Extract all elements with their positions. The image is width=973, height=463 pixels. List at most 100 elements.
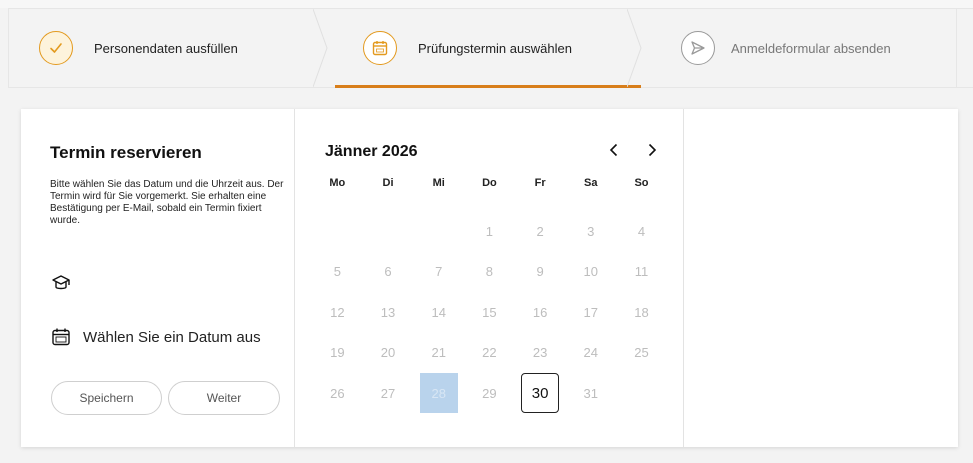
calendar-day-disabled: 25 (616, 333, 667, 374)
calendar-day-disabled: 27 (363, 373, 414, 414)
date-prompt: Wählen Sie ein Datum aus (51, 327, 261, 347)
reservation-description: Bitte wählen Sie das Datum und die Uhrze… (50, 179, 284, 226)
step-separator (627, 9, 642, 87)
save-button[interactable]: Speichern (51, 381, 162, 415)
calendar-day-disabled: 3 (565, 211, 616, 252)
step-label: Prüfungstermin auswählen (418, 40, 572, 56)
chevron-right-icon (648, 143, 657, 157)
calendar-grid: 1 2 3 4 5 6 7 8 9 10 11 12 13 14 15 16 17 18 19 20 21 22 23 24 2… (312, 211, 667, 414)
calendar-day-disabled: 1 (464, 211, 515, 252)
calendar-day-label: 20 (380, 345, 396, 361)
calendar-day-label: 10 (583, 264, 599, 280)
calendar-blank-cell (312, 211, 363, 252)
step-label: Anmeldeformular absenden (731, 40, 891, 56)
calendar-day-disabled: 23 (515, 333, 566, 374)
calendar-day-label: 31 (583, 385, 599, 401)
step-select-exam-date[interactable]: Prüfungstermin auswählen (327, 9, 642, 88)
calendar-day-disabled: 19 (312, 333, 363, 374)
calendar-day-disabled: 5 (312, 252, 363, 293)
calendar-day-disabled: 20 (363, 333, 414, 374)
calendar-day-label: 28 (419, 373, 458, 414)
active-step-indicator (335, 85, 641, 88)
chevron-left-icon (609, 143, 618, 157)
weekday-label: Di (382, 177, 394, 189)
stepper-end-divider (956, 9, 957, 87)
calendar-day-label: 15 (482, 304, 497, 320)
calendar-day-label: 19 (330, 345, 345, 361)
weekday-label: Fr (534, 177, 546, 189)
calendar-day-disabled: 11 (616, 252, 667, 293)
calendar-day-selected[interactable]: 28 (413, 373, 464, 414)
calendar-day-available[interactable]: 30 (515, 373, 566, 414)
weekday-header: Mo Di Mi Do Fr Sa So (312, 177, 667, 189)
calendar-day-disabled: 17 (565, 292, 616, 333)
weekday-label: So (634, 177, 649, 189)
step-personal-data[interactable]: Personendaten ausfüllen (9, 9, 328, 87)
page-title: Termin reservieren (50, 143, 202, 162)
calendar-day-disabled: 8 (464, 252, 515, 293)
next-month-button[interactable] (641, 139, 663, 161)
calendar-day-label: 30 (521, 373, 560, 414)
calendar-day-disabled: 24 (565, 333, 616, 374)
weekday-label: Do (482, 177, 497, 189)
top-strip (0, 0, 973, 8)
calendar-day-label: 1 (485, 223, 494, 239)
progress-stepper: Personendaten ausfüllen Prüfungstermin a… (8, 8, 973, 88)
calendar-day-label: 11 (634, 264, 649, 280)
calendar-day-label: 24 (583, 345, 599, 361)
step-submit-form[interactable]: Anmeldeformular absenden (641, 9, 973, 87)
step-separator (313, 9, 328, 87)
reservation-info-panel: Termin reservieren Bitte wählen Sie das … (21, 109, 295, 447)
calendar-day-disabled: 6 (363, 252, 414, 293)
calendar-month-title: Jänner 2026 (325, 143, 418, 160)
weekday-label: Mo (329, 177, 346, 189)
graduation-cap-icon (52, 275, 70, 290)
calendar-day-disabled: 12 (312, 292, 363, 333)
weekday-label: Mi (432, 177, 445, 189)
calendar-icon (52, 328, 70, 346)
calendar-day-label: 12 (330, 304, 345, 320)
calendar-day-disabled: 21 (413, 333, 464, 374)
calendar-day-disabled: 13 (363, 292, 414, 333)
calendar-day-label: 26 (330, 385, 345, 401)
calendar-day-disabled: 31 (565, 373, 616, 414)
calendar-day-label: 3 (587, 223, 595, 239)
calendar-day-disabled: 18 (616, 292, 667, 333)
calendar-day-label: 13 (380, 304, 396, 320)
calendar-day-disabled: 10 (565, 252, 616, 293)
calendar-blank-cell (363, 211, 414, 252)
calendar-day-label: 29 (482, 385, 497, 401)
calendar-day-label: 22 (482, 345, 497, 361)
calendar-day-label: 27 (380, 385, 396, 401)
send-icon (681, 31, 715, 65)
calendar-day-label: 16 (532, 304, 548, 320)
calendar-day-label: 4 (637, 223, 646, 239)
calendar-day-label: 8 (485, 264, 494, 280)
calendar-blank-cell (413, 211, 464, 252)
calendar-day-disabled: 7 (413, 252, 464, 293)
calendar-day-label: 9 (536, 264, 544, 280)
date-prompt-label: Wählen Sie ein Datum aus (83, 328, 261, 346)
calendar-day-label: 18 (634, 304, 649, 320)
reservation-card: Termin reservieren Bitte wählen Sie das … (21, 109, 958, 447)
previous-month-button[interactable] (603, 139, 625, 161)
calendar-day-disabled: 14 (413, 292, 464, 333)
step-label: Personendaten ausfüllen (94, 40, 238, 56)
calendar-day-label: 21 (431, 345, 446, 361)
calendar-day-disabled: 9 (515, 252, 566, 293)
calendar-day-disabled: 22 (464, 333, 515, 374)
calendar-day-label: 14 (431, 304, 446, 320)
calendar-icon (363, 31, 397, 65)
calendar-day-label: 25 (634, 345, 649, 361)
calendar-day-label: 2 (536, 223, 544, 239)
calendar-day-label: 6 (384, 264, 392, 280)
calendar-day-disabled: 26 (312, 373, 363, 414)
calendar-day-disabled: 4 (616, 211, 667, 252)
calendar-day-label: 23 (532, 345, 548, 361)
calendar-day-label: 5 (333, 264, 341, 280)
next-button[interactable]: Weiter (168, 381, 280, 415)
check-icon (39, 31, 73, 65)
calendar-day-disabled: 29 (464, 373, 515, 414)
calendar-panel: Jänner 2026 Mo Di Mi Do Fr Sa So 1 2 3 4 5 6 7 8 9 10 11… (295, 109, 684, 447)
weekday-label: Sa (584, 177, 598, 189)
